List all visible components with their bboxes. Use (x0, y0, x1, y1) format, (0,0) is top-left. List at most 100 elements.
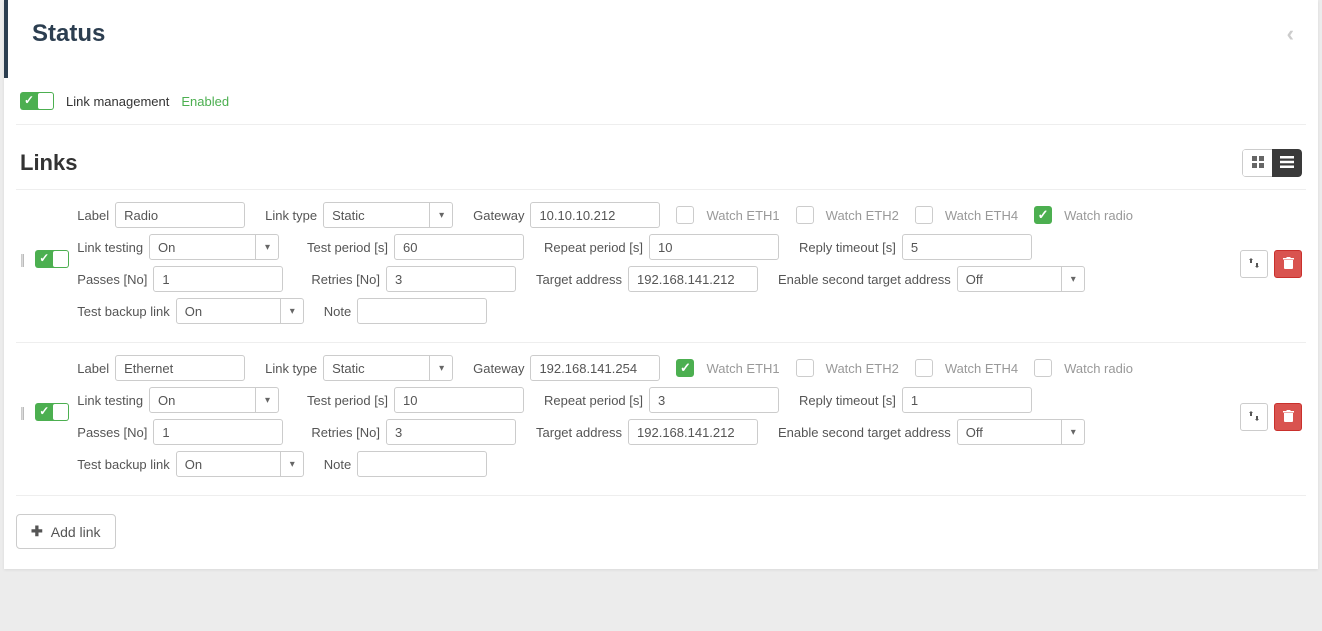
delete-button[interactable] (1274, 250, 1302, 278)
drag-handle-icon[interactable]: || (20, 251, 23, 267)
links-title: Links (20, 150, 77, 176)
link-row: || Label Link type ▾ Gateway (16, 342, 1306, 495)
link-testing-label: Link testing (77, 240, 143, 255)
enable-second-target-select[interactable] (957, 266, 1085, 292)
passes-input[interactable] (153, 266, 283, 292)
link-enable-toggle[interactable] (35, 403, 69, 421)
arrows-icon (1248, 257, 1260, 272)
enable-second-target-label: Enable second target address (778, 425, 951, 440)
watch-radio-label: Watch radio (1064, 361, 1133, 376)
retries-label: Retries [No] (311, 272, 380, 287)
link-management-toggle[interactable] (20, 92, 54, 110)
watch-eth2-checkbox[interactable] (796, 206, 814, 224)
link-type-label: Link type (265, 361, 317, 376)
link-testing-label: Link testing (77, 393, 143, 408)
repeat-period-input[interactable] (649, 234, 779, 260)
watch-radio-checkbox[interactable]: ✓ (1034, 206, 1052, 224)
reply-timeout-label: Reply timeout [s] (799, 393, 896, 408)
arrows-icon (1248, 410, 1260, 425)
view-mode-switch (1242, 149, 1302, 177)
watch-eth1-label: Watch ETH1 (706, 361, 779, 376)
link-type-select[interactable] (323, 355, 453, 381)
link-enable-toggle[interactable] (35, 250, 69, 268)
watch-eth4-label: Watch ETH4 (945, 361, 1018, 376)
retries-input[interactable] (386, 266, 516, 292)
note-input[interactable] (357, 451, 487, 477)
repeat-period-label: Repeat period [s] (544, 393, 643, 408)
watch-eth4-label: Watch ETH4 (945, 208, 1018, 223)
test-backup-link-label: Test backup link (77, 457, 170, 472)
repeat-period-input[interactable] (649, 387, 779, 413)
test-backup-link-label: Test backup link (77, 304, 170, 319)
passes-input[interactable] (153, 419, 283, 445)
gateway-input[interactable] (530, 355, 660, 381)
plus-icon: ✚ (31, 523, 43, 540)
watch-eth1-label: Watch ETH1 (706, 208, 779, 223)
target-address-label: Target address (536, 272, 622, 287)
link-management-label: Link management (66, 94, 169, 109)
chevron-left-icon[interactable]: ‹ (1287, 21, 1294, 47)
watch-eth1-checkbox[interactable] (676, 206, 694, 224)
drag-handle-icon[interactable]: || (20, 404, 23, 420)
link-management-status: Enabled (181, 94, 229, 109)
view-grid-button[interactable] (1242, 149, 1272, 177)
reorder-button[interactable] (1240, 403, 1268, 431)
gateway-input[interactable] (530, 202, 660, 228)
test-period-input[interactable] (394, 234, 524, 260)
note-input[interactable] (357, 298, 487, 324)
watch-eth2-label: Watch ETH2 (826, 361, 899, 376)
list-icon (1280, 155, 1294, 171)
label-input[interactable] (115, 202, 245, 228)
retries-input[interactable] (386, 419, 516, 445)
link-management-row: Link management Enabled (16, 78, 1306, 125)
delete-button[interactable] (1274, 403, 1302, 431)
passes-label: Passes [No] (77, 425, 147, 440)
reorder-button[interactable] (1240, 250, 1268, 278)
watch-eth2-checkbox[interactable] (796, 359, 814, 377)
retries-label: Retries [No] (311, 425, 380, 440)
target-address-input[interactable] (628, 266, 758, 292)
add-link-label: Add link (51, 524, 101, 540)
test-backup-link-select[interactable] (176, 451, 304, 477)
passes-label: Passes [No] (77, 272, 147, 287)
enable-second-target-select[interactable] (957, 419, 1085, 445)
test-period-label: Test period [s] (307, 240, 388, 255)
target-address-label: Target address (536, 425, 622, 440)
watch-radio-checkbox[interactable] (1034, 359, 1052, 377)
links-header: Links (16, 125, 1306, 189)
watch-eth1-checkbox[interactable]: ✓ (676, 359, 694, 377)
watch-eth4-checkbox[interactable] (915, 206, 933, 224)
status-panel: Status ‹ Link management Enabled Links (4, 0, 1318, 569)
link-type-select[interactable] (323, 202, 453, 228)
add-link-button[interactable]: ✚ Add link (16, 514, 116, 549)
link-row: || Label Link type ▾ Gateway (16, 189, 1306, 342)
link-testing-select[interactable] (149, 387, 279, 413)
trash-icon (1283, 410, 1294, 425)
label-label: Label (77, 361, 109, 376)
test-backup-link-select[interactable] (176, 298, 304, 324)
link-type-label: Link type (265, 208, 317, 223)
note-label: Note (324, 457, 351, 472)
repeat-period-label: Repeat period [s] (544, 240, 643, 255)
trash-icon (1283, 257, 1294, 272)
gateway-label: Gateway (473, 361, 524, 376)
reply-timeout-input[interactable] (902, 387, 1032, 413)
view-list-button[interactable] (1272, 149, 1302, 177)
gateway-label: Gateway (473, 208, 524, 223)
reply-timeout-input[interactable] (902, 234, 1032, 260)
enable-second-target-label: Enable second target address (778, 272, 951, 287)
test-period-input[interactable] (394, 387, 524, 413)
watch-eth4-checkbox[interactable] (915, 359, 933, 377)
page-title: Status (32, 20, 105, 48)
panel-header: Status ‹ (4, 0, 1318, 78)
target-address-input[interactable] (628, 419, 758, 445)
label-label: Label (77, 208, 109, 223)
label-input[interactable] (115, 355, 245, 381)
link-testing-select[interactable] (149, 234, 279, 260)
note-label: Note (324, 304, 351, 319)
watch-radio-label: Watch radio (1064, 208, 1133, 223)
grid-icon (1252, 155, 1264, 171)
watch-eth2-label: Watch ETH2 (826, 208, 899, 223)
test-period-label: Test period [s] (307, 393, 388, 408)
reply-timeout-label: Reply timeout [s] (799, 240, 896, 255)
